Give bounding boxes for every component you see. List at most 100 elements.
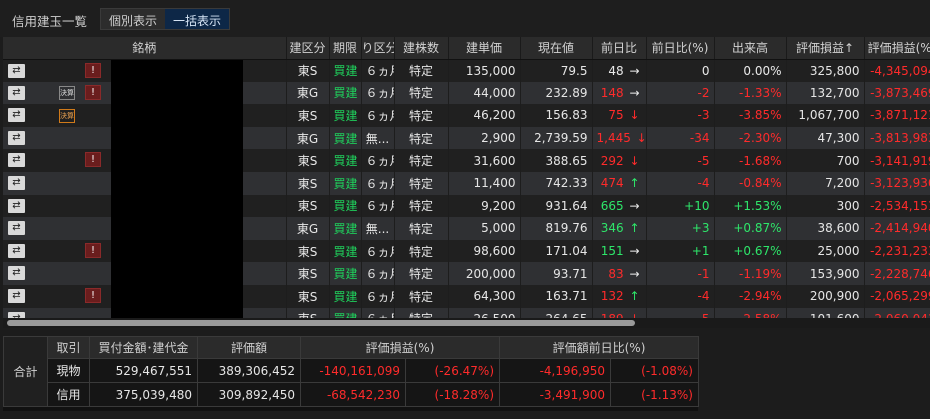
pl-cell: -3,123,936 — [864, 171, 930, 195]
term-cell: 無... — [361, 126, 395, 150]
warning-icon[interactable]: ! — [85, 242, 101, 258]
symbol-cell[interactable]: ⇄! — [3, 284, 287, 308]
col-header[interactable]: 出来高 — [714, 37, 787, 60]
table-row[interactable]: ⇄決算!東G買建６ヵ月特定44,000232.89148 →-2-1.33%13… — [3, 81, 930, 105]
symbol-cell[interactable]: ⇄ — [3, 171, 287, 195]
scrollbar-thumb[interactable] — [7, 320, 635, 326]
table-row[interactable]: ⇄!東S買建６ヵ月特定64,300163.71132 ↑-4-2.94%200,… — [3, 284, 930, 308]
side-cell: 買建 — [329, 239, 362, 263]
cost-cell: 2,739.59 — [520, 126, 593, 150]
symbol-cell[interactable]: ⇄! — [3, 149, 287, 172]
market-cell: 東S — [286, 284, 330, 308]
col-header[interactable]: 建区分 — [286, 37, 330, 60]
table-row[interactable]: ⇄!東S買建６ヵ月特定98,600171.04151 →+1+0.67%25,0… — [3, 239, 930, 263]
cost-cell: 79.5 — [520, 59, 593, 82]
col-header[interactable]: 建株数 — [394, 37, 449, 60]
swap-icon[interactable]: ⇄ — [8, 85, 25, 100]
table-row[interactable]: ⇄決算東S買建６ヵ月特定46,200156.8375 ↓-3-3.85%1,06… — [3, 104, 930, 127]
warning-icon[interactable]: ! — [85, 152, 101, 168]
symbol-cell[interactable]: ⇄ — [3, 194, 287, 218]
swap-icon[interactable]: ⇄ — [8, 198, 25, 213]
change-cell: -2 — [646, 81, 715, 105]
table-row[interactable]: ⇄ 東G 買建 無... 特定 2,900 2,739.59 1,445 ↓ -34 -2.30%… — [3, 126, 930, 150]
pl-cell: -2,060,041 — [864, 307, 930, 318]
col-header[interactable]: 評価損益(%) — [864, 37, 930, 60]
volume-cell: 7,200 — [786, 171, 865, 195]
col-header-sorted[interactable]: 評価損益↑ — [786, 37, 865, 60]
col-header[interactable]: 期限 — [329, 37, 362, 60]
col-header[interactable]: 建単価 — [448, 37, 521, 60]
change-percent-cell: +0.87% — [714, 217, 787, 240]
table-row[interactable]: ⇄!東S買建６ヵ月特定135,00079.548 →00.00%325,800-… — [3, 59, 930, 82]
swap-icon[interactable]: ⇄ — [8, 288, 25, 303]
symbol-cell[interactable]: ⇄! — [3, 239, 287, 263]
quantity-cell: 2,900 — [448, 126, 521, 150]
change-percent-cell: -2.94% — [714, 284, 787, 308]
col-header[interactable]: 前日比(%) — [646, 37, 715, 60]
warning-icon[interactable]: ! — [85, 62, 101, 78]
table-row[interactable]: ⇄東S買建６ヵ月特定200,00093.7183 →-1-1.19%153,90… — [3, 262, 930, 285]
pl-cell: -2,228,746 — [864, 262, 930, 285]
symbol-cell[interactable]: ⇄ — [3, 217, 287, 240]
symbol-cell[interactable]: ⇄ — [3, 126, 287, 150]
warning-icon[interactable]: ! — [85, 287, 101, 303]
quantity-cell: 9,200 — [448, 194, 521, 218]
price-cell: 665 → — [592, 194, 647, 218]
trend-arrow-icon: → — [629, 198, 640, 213]
col-header[interactable]: 銘柄 — [3, 37, 287, 60]
trend-arrow-icon: → — [629, 63, 640, 78]
warning-icon[interactable]: ! — [85, 84, 101, 100]
table-row[interactable]: ⇄!東S買建６ヵ月特定31,600388.65292 ↓-5-1.68%700-… — [3, 149, 930, 172]
price-value: 132 — [600, 289, 624, 304]
redacted-name — [111, 194, 243, 218]
quantity-cell: 11,400 — [448, 171, 521, 195]
market-cell: 東G — [286, 217, 330, 240]
table-row[interactable]: ⇄東S買建６ヵ月特定11,400742.33474 ↑-4-0.84%7,200… — [3, 171, 930, 195]
swap-icon[interactable]: ⇄ — [8, 243, 25, 258]
symbol-cell[interactable]: ⇄! — [3, 59, 287, 82]
table-header: 銘柄 建区分 期限 り区分 建株数 建単価 現在値 前日比 前日比(%) 出来高… — [3, 37, 930, 60]
symbol-cell[interactable]: ⇄ 決算 — [3, 104, 287, 127]
table-row[interactable]: ⇄ 東G 買建 無... 特定 5,000 819.76 346 ↑ +3 +0.87% 38,60… — [3, 217, 930, 240]
symbol-cell[interactable]: ⇄ — [3, 307, 287, 318]
pl-cell: -2,414,940 — [864, 217, 930, 240]
col-header[interactable]: 前日比 — [592, 37, 647, 60]
summary-kind: 信用 — [47, 382, 90, 407]
volume-cell: 1,067,700 — [786, 104, 865, 127]
cost-cell: 93.71 — [520, 262, 593, 285]
horizontal-scrollbar[interactable] — [3, 318, 930, 328]
earnings-badge: 決算 — [59, 86, 75, 101]
swap-icon[interactable]: ⇄ — [8, 266, 25, 281]
swap-icon[interactable]: ⇄ — [8, 108, 25, 123]
side-cell: 買建 — [329, 171, 362, 195]
bulk-view-button[interactable]: 一括表示 — [165, 9, 230, 29]
swap-icon[interactable]: ⇄ — [8, 63, 25, 78]
col-header[interactable]: 現在値 — [520, 37, 593, 60]
change-percent-cell: -1.33% — [714, 81, 787, 105]
price-cell: 189 ↓ — [592, 307, 647, 318]
earnings-badge: 決算 — [59, 108, 75, 123]
term-cell: ６ヵ月 — [361, 262, 395, 285]
swap-icon[interactable]: ⇄ — [8, 175, 25, 190]
trend-arrow-icon: ↓ — [629, 153, 640, 168]
col-header[interactable]: り区分 — [361, 37, 395, 60]
price-value: 75 — [608, 108, 624, 123]
account-type-cell: 特定 — [394, 194, 449, 218]
price-cell: 292 ↓ — [592, 149, 647, 172]
swap-icon[interactable]: ⇄ — [8, 130, 25, 145]
summary-kind: 現物 — [47, 358, 90, 383]
pl-cell: -3,141,919 — [864, 149, 930, 172]
change-percent-cell: -2.30% — [714, 126, 787, 150]
summary-total-label: 合計 — [3, 336, 48, 407]
symbol-cell[interactable]: ⇄ 決算! — [3, 81, 287, 105]
price-cell: 151 → — [592, 239, 647, 263]
swap-icon[interactable]: ⇄ — [8, 221, 25, 236]
summary-valuation-change-percent: (-1.13%) — [610, 382, 699, 407]
table-row[interactable]: ⇄東S買建６ヵ月特定9,200931.64665 →+10+1.53%300-2… — [3, 194, 930, 218]
swap-icon[interactable]: ⇄ — [8, 153, 25, 168]
side-cell: 買建 — [329, 126, 362, 150]
symbol-cell[interactable]: ⇄ — [3, 262, 287, 285]
table-row[interactable]: ⇄東S買建６ヵ月特定26,500264.65189 ↓-5-2.58%101,6… — [3, 307, 930, 318]
individual-view-button[interactable]: 個別表示 — [101, 9, 166, 29]
change-cell: -3 — [646, 104, 715, 127]
